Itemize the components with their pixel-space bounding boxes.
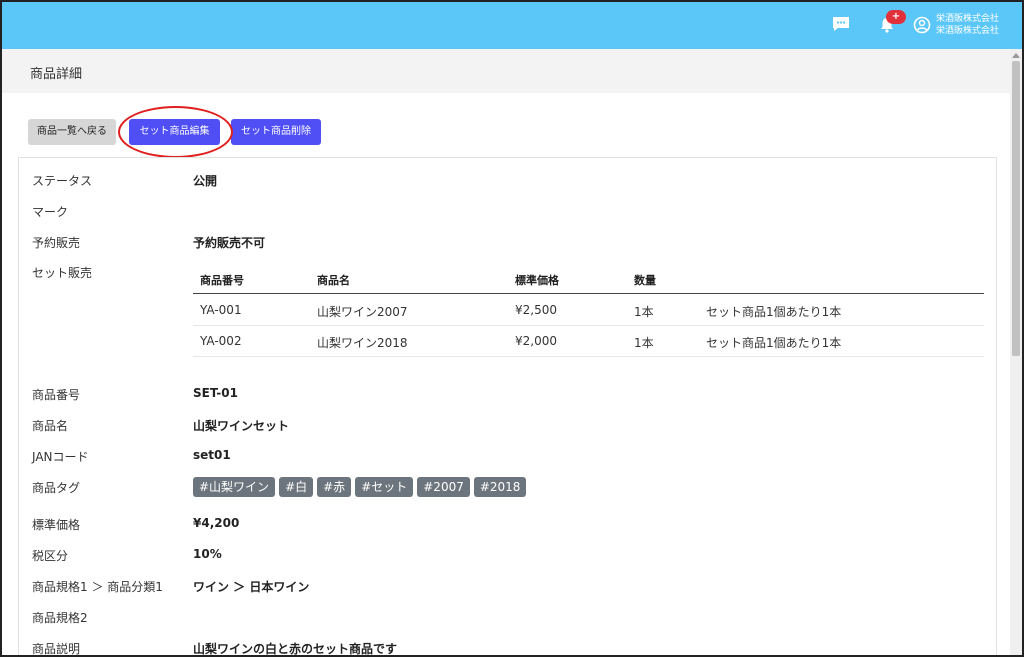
detail-card: [18, 157, 997, 655]
tag-badge: #2007: [417, 477, 470, 497]
row-price: ¥2,000: [515, 334, 557, 348]
product-code-label: 商品番号: [32, 388, 81, 402]
top-bar: + 栄酒販株式会社 栄酒販株式会社: [2, 2, 1022, 49]
spec1-label: 商品規格1 ＞ 商品分類1: [32, 580, 163, 594]
spec1-value: ワイン ＞ 日本ワイン: [193, 580, 310, 594]
vertical-scrollbar[interactable]: [1010, 49, 1022, 655]
highlight-annotation: [118, 106, 233, 158]
column-header-price: 標準価格: [515, 274, 559, 287]
tax-class-label: 税区分: [32, 549, 69, 563]
scroll-up-arrow-icon[interactable]: [1012, 53, 1020, 58]
row-name: 山梨ワイン2007: [317, 305, 408, 319]
notification-badge: +: [886, 10, 906, 24]
chat-icon[interactable]: [832, 16, 850, 32]
preorder-value: 予約販売不可: [193, 236, 266, 250]
spec2-label: 商品規格2: [32, 611, 88, 625]
tag-badge: #山梨ワイン: [193, 477, 276, 497]
column-header-code: 商品番号: [200, 274, 244, 287]
jan-code-label: JANコード: [32, 450, 89, 464]
scrollbar-thumb[interactable]: [1012, 61, 1020, 356]
mark-label: マーク: [32, 205, 69, 219]
tag-list: #山梨ワイン #白 #赤 #セット #2007 #2018: [193, 477, 527, 497]
jan-code-value: set01: [193, 448, 231, 462]
product-code-value: SET-01: [193, 386, 238, 400]
standard-price-value: ¥4,200: [193, 516, 240, 530]
column-header-quantity: 数量: [634, 274, 656, 287]
table-header-divider: [193, 293, 984, 294]
description-label: 商品説明: [32, 642, 81, 656]
tag-badge: #白: [279, 477, 314, 497]
standard-price-label: 標準価格: [32, 518, 81, 532]
row-quantity: 1本: [634, 305, 654, 319]
company-name-line1: 栄酒販株式会社: [936, 14, 1000, 24]
row-note: セット商品1個あたり1本: [706, 336, 842, 350]
column-header-name: 商品名: [317, 274, 350, 287]
set-sale-label: セット販売: [32, 266, 93, 280]
row-note: セット商品1個あたり1本: [706, 305, 842, 319]
row-divider: [193, 356, 984, 357]
tag-badge: #赤: [317, 477, 352, 497]
product-name-value: 山梨ワインセット: [193, 419, 290, 433]
row-divider: [193, 325, 984, 326]
product-name-label: 商品名: [32, 419, 69, 433]
back-to-list-button[interactable]: 商品一覧へ戻る: [28, 119, 116, 145]
product-tags-label: 商品タグ: [32, 481, 81, 495]
row-code: YA-002: [200, 334, 242, 348]
tag-badge: #セット: [355, 477, 414, 497]
status-value: 公開: [193, 174, 218, 188]
description-value: 山梨ワインの白と赤のセット商品です: [193, 642, 398, 656]
preorder-label: 予約販売: [32, 236, 81, 250]
status-label: ステータス: [32, 174, 93, 188]
tag-badge: #2018: [473, 477, 527, 497]
row-quantity: 1本: [634, 336, 654, 350]
row-price: ¥2,500: [515, 303, 557, 317]
delete-set-product-button[interactable]: セット商品削除: [231, 119, 321, 145]
row-code: YA-001: [200, 303, 242, 317]
company-name[interactable]: 栄酒販株式会社 栄酒販株式会社: [936, 13, 999, 37]
row-name: 山梨ワイン2018: [317, 336, 408, 350]
page-header: 商品詳細: [2, 49, 1010, 93]
page-title: 商品詳細: [30, 67, 83, 82]
app-window: + 栄酒販株式会社 栄酒販株式会社 商品詳細 商品一覧へ戻る セット商品編集 セ…: [0, 0, 1024, 657]
company-name-line2: 栄酒販株式会社: [936, 26, 1000, 36]
tax-class-value: 10%: [193, 547, 222, 561]
user-circle-icon[interactable]: [913, 16, 931, 34]
